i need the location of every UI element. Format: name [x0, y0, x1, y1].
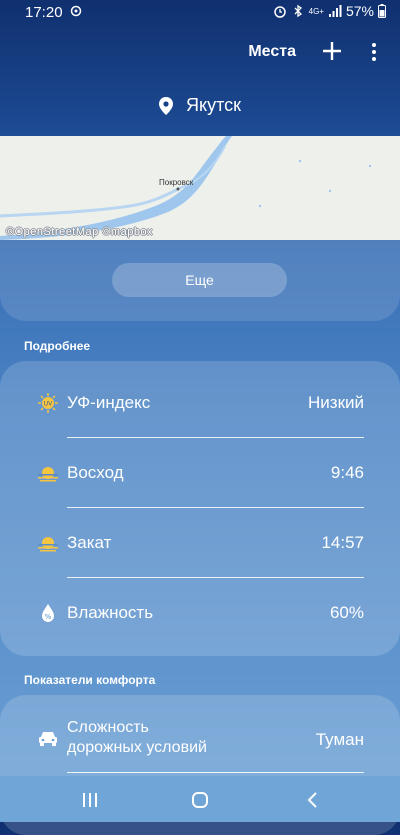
uv-icon: UV	[38, 393, 58, 413]
recent-apps-icon[interactable]	[80, 790, 100, 810]
network-type: 4G+	[308, 6, 324, 16]
details-section-title: Подробнее	[24, 339, 91, 353]
road-conditions-label-line1: Сложность	[67, 719, 149, 736]
alarm-icon	[273, 6, 286, 18]
status-bar: 17:20 4G+ 57%	[0, 0, 400, 26]
humidity-label: Влажность	[67, 603, 154, 622]
add-icon[interactable]	[320, 39, 344, 63]
road-conditions-value: Туман	[315, 730, 364, 749]
battery-percent: 57%	[345, 3, 374, 19]
details-card: UV УФ-индекс Низкий Восход 9:46 Закат 14…	[0, 361, 400, 656]
road-conditions-row: Сложность дорожных условий Туман	[0, 695, 400, 775]
uv-index-value: Низкий	[308, 393, 364, 412]
map-view[interactable]: Покровск ©OpenStreetMap ©mapbox	[0, 136, 400, 240]
battery-icon	[378, 4, 386, 18]
signal-icon	[328, 5, 342, 17]
map-town-label: Покровск	[159, 178, 194, 187]
sunrise-value: 9:46	[330, 463, 364, 482]
more-options-icon[interactable]	[370, 42, 378, 62]
river-map	[0, 136, 372, 240]
home-icon[interactable]	[190, 790, 210, 810]
sunrise-label: Восход	[67, 463, 124, 482]
map-attribution[interactable]: ©OpenStreetMap ©mapbox	[6, 226, 153, 238]
humidity-value: 60%	[329, 603, 364, 622]
road-conditions-label-line2: дорожных условий	[67, 739, 207, 756]
sunset-value: 14:57	[321, 533, 364, 552]
divider	[67, 772, 364, 773]
bluetooth-icon	[294, 4, 302, 18]
sunset-label: Закат	[67, 533, 112, 552]
places-button[interactable]: Места	[248, 43, 296, 61]
location-title: Якутск	[0, 95, 400, 116]
location-pin-icon	[158, 97, 173, 116]
comfort-section-title: Показатели комфорта	[24, 673, 156, 687]
status-time: 17:20	[25, 4, 63, 21]
notification-icon	[70, 5, 82, 17]
svg-text:UV: UV	[44, 400, 53, 407]
sunset-row: Закат 14:57	[0, 508, 400, 578]
svg-text:%: %	[45, 613, 52, 621]
uv-index-label: УФ-индекс	[67, 393, 151, 412]
system-nav-bar	[0, 776, 400, 822]
sunset-icon	[38, 537, 58, 552]
car-icon	[39, 732, 57, 746]
road-conditions-label: Сложность дорожных условий	[67, 718, 207, 758]
city-name: Якутск	[186, 95, 241, 115]
humidity-row: % Влажность 60%	[0, 578, 400, 648]
app-toolbar: Места	[0, 34, 400, 70]
sunrise-row: Восход 9:46	[0, 438, 400, 508]
sunrise-icon	[38, 467, 58, 482]
uv-index-row: UV УФ-индекс Низкий	[0, 368, 400, 438]
more-button[interactable]: Еще	[112, 263, 287, 297]
humidity-icon: %	[42, 604, 54, 622]
map-card-footer: Еще	[0, 240, 400, 321]
back-icon[interactable]	[303, 790, 323, 810]
